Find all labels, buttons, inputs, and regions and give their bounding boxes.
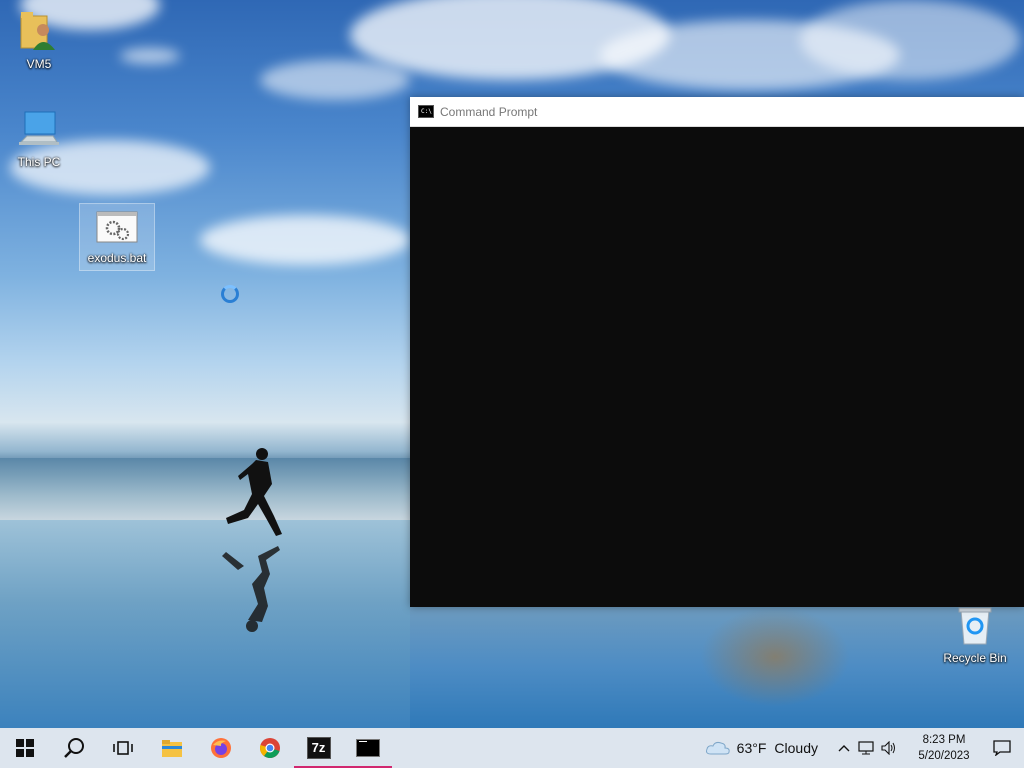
desktop-icon-exodus-bat[interactable]: exodus.bat	[79, 203, 155, 271]
command-prompt-taskbar-button[interactable]	[343, 728, 392, 768]
desktop: VM5 This PC exodus.bat Recycle Bin C:\ C…	[0, 0, 1024, 728]
search-button[interactable]	[49, 728, 98, 768]
command-prompt-window[interactable]: C:\ Command Prompt	[410, 97, 1024, 607]
speaker-icon	[881, 741, 895, 755]
7zip-icon: 7z	[306, 737, 331, 759]
cloud-icon	[705, 741, 730, 755]
desktop-icon-label: VM5	[26, 57, 52, 71]
task-view-icon	[112, 741, 133, 755]
window-title: Command Prompt	[440, 104, 538, 119]
desktop-icon-this-pc[interactable]: This PC	[4, 108, 74, 169]
notification-icon	[993, 740, 1011, 756]
chrome-icon	[259, 738, 280, 758]
clock-time: 8:23 PM	[922, 734, 966, 746]
system-tray: 63°F Cloudy 8:23 PM 5/20/2023	[699, 728, 1024, 768]
file-explorer-button[interactable]	[147, 728, 196, 768]
start-button[interactable]	[0, 728, 49, 768]
show-hidden-icons-button[interactable]	[834, 744, 854, 752]
weather-temp: 63°F	[736, 740, 767, 756]
file-explorer-icon	[161, 740, 182, 757]
firefox-button[interactable]	[196, 728, 245, 768]
sea	[0, 458, 410, 520]
notifications-button[interactable]	[980, 740, 1024, 756]
desktop-icon-label: Recycle Bin	[943, 651, 1007, 665]
desktop-icon-vm5[interactable]: VM5	[4, 8, 74, 71]
cloud	[120, 48, 180, 64]
firefox-icon	[210, 738, 231, 758]
search-icon	[63, 738, 84, 758]
recycle-bin-icon	[958, 607, 992, 645]
runner-silhouette	[222, 448, 282, 632]
this-pc-icon	[19, 111, 59, 145]
cloud	[260, 60, 410, 100]
busy-cursor-icon	[221, 285, 239, 303]
user-folder-icon	[20, 12, 55, 50]
cloud	[200, 215, 410, 265]
desktop-icon-label: This PC	[17, 155, 61, 169]
clock-date: 5/20/2023	[918, 750, 970, 762]
network-button[interactable]	[854, 741, 878, 755]
network-icon	[858, 741, 874, 755]
clock[interactable]: 8:23 PM 5/20/2023	[908, 732, 980, 764]
volume-button[interactable]	[878, 741, 900, 755]
weather-condition: Cloudy	[774, 740, 818, 756]
desktop-icon-label: exodus.bat	[87, 251, 147, 265]
window-titlebar[interactable]: C:\ Command Prompt	[410, 97, 1024, 127]
desktop-icon-recycle-bin[interactable]: Recycle Bin	[940, 604, 1010, 665]
weather-widget[interactable]: 63°F Cloudy	[699, 740, 824, 756]
batch-file-gear-icon	[96, 211, 138, 243]
command-prompt-icon	[355, 739, 380, 757]
beach-reflection	[0, 520, 410, 728]
cloud	[800, 0, 1020, 80]
console-area[interactable]	[410, 128, 1024, 607]
7zip-button[interactable]: 7z	[294, 728, 343, 768]
windows-logo-icon	[15, 739, 34, 757]
task-view-button[interactable]	[98, 728, 147, 768]
chrome-button[interactable]	[245, 728, 294, 768]
command-prompt-icon: C:\	[418, 105, 434, 118]
cloud-reflection	[700, 607, 850, 707]
taskbar: 7z 63°F Cloudy 8:23 PM 5/20/2023	[0, 728, 1024, 768]
chevron-up-icon	[838, 745, 850, 752]
